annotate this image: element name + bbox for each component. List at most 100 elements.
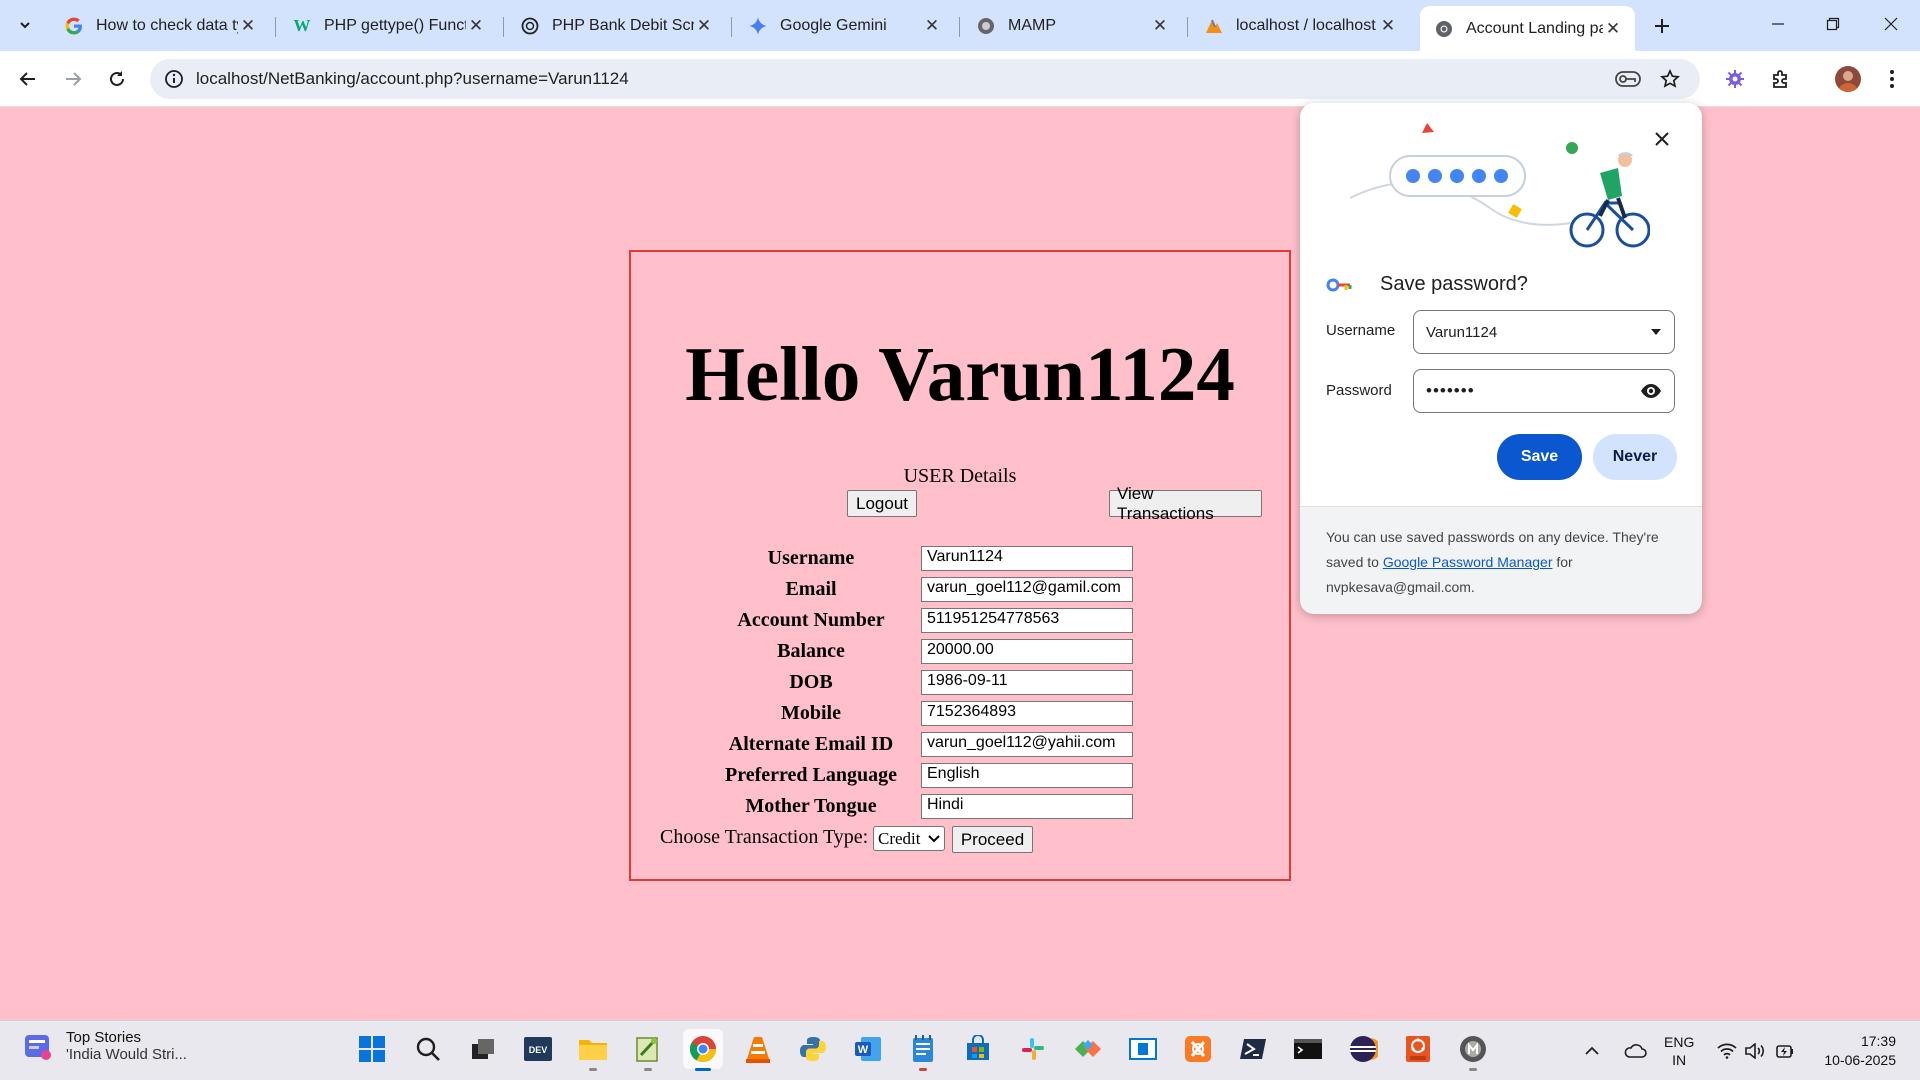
alternate-email-field[interactable]: varun_goel112@yahii.com [921,732,1133,757]
transaction-type-select[interactable]: Credit [873,826,945,851]
minimize-button[interactable] [1749,0,1807,48]
address-bar[interactable]: localhost/NetBanking/account.php?usernam… [150,59,1700,99]
save-button[interactable]: Save [1497,434,1582,480]
vlc-app[interactable] [738,1029,778,1069]
devhome-app[interactable]: DEV [518,1029,558,1069]
color-app[interactable] [1068,1029,1108,1069]
clock[interactable]: 17:39 10-06-2025 [1812,1032,1896,1070]
notepad-app[interactable] [903,1029,943,1071]
devhome-icon: DEV [524,1037,552,1061]
eclipse-icon [1350,1036,1378,1062]
chrome-app[interactable] [683,1029,723,1071]
new-tab-button[interactable] [1648,12,1676,40]
store-app[interactable] [958,1029,998,1069]
extension-icon[interactable] [1719,63,1751,95]
input-language[interactable]: ENG IN [1664,1033,1694,1069]
never-button[interactable]: Never [1593,434,1677,480]
close-icon[interactable] [1650,127,1674,151]
window-app[interactable] [1123,1029,1163,1069]
menu-kebab-icon[interactable] [1876,63,1908,95]
close-icon[interactable]: ✕ [1378,16,1398,36]
bookmark-star-icon[interactable] [1658,67,1682,91]
close-icon[interactable]: ✕ [1150,16,1170,36]
word-app[interactable]: W [848,1029,888,1069]
tab-google-gemini[interactable]: Google Gemini ✕ [734,8,954,43]
username-value: Varun1124 [1426,323,1498,341]
back-button[interactable] [12,63,44,95]
profile-avatar[interactable] [1835,66,1861,92]
tab-php-bank-debit[interactable]: PHP Bank Debit Scrip ✕ [506,8,726,43]
close-icon[interactable]: ✕ [694,16,714,36]
start-button[interactable] [352,1029,392,1069]
password-field[interactable]: ••••••• [1413,369,1675,413]
dob-field[interactable]: 1986-09-11 [921,670,1133,695]
view-transactions-button[interactable]: View Transactions [1109,484,1262,523]
terminal-app[interactable] [1288,1029,1328,1069]
tab-account-landing[interactable]: Account Landing pag ✕ [1420,6,1635,51]
mother-tongue-field[interactable]: Hindi [921,794,1133,819]
ubuntu-app[interactable] [1398,1029,1438,1069]
proceed-button[interactable]: Proceed [952,826,1033,853]
mamp-app[interactable] [1453,1029,1493,1071]
tab-phpmyadmin[interactable]: localhost / localhost ✕ [1190,8,1410,43]
close-icon[interactable]: ✕ [922,16,942,36]
volume-tray[interactable] [1743,1021,1769,1080]
vlc-icon [746,1037,770,1063]
task-view-button[interactable] [463,1029,503,1069]
show-hidden-icons[interactable] [1580,1021,1604,1080]
save-password-title: Save password? [1380,273,1528,295]
eclipse-app[interactable] [1343,1029,1383,1069]
w3-icon: W [293,15,311,35]
account-number-field[interactable]: 511951254778563 [921,608,1133,633]
python-app[interactable] [793,1029,833,1069]
account-number-label: Account Number [737,609,885,631]
powershell-app[interactable] [1233,1029,1273,1069]
transaction-type-label: Choose Transaction Type: [660,826,869,848]
close-icon[interactable]: ✕ [466,16,486,36]
balance-label: Balance [777,640,845,662]
word-icon: W [855,1037,881,1061]
username-field[interactable]: Varun1124 [921,546,1133,571]
onedrive-tray[interactable] [1620,1021,1650,1080]
tab-search-button[interactable] [10,11,40,39]
close-window-button[interactable] [1862,0,1920,48]
preferred-language-field[interactable]: English [921,763,1133,788]
slack-app[interactable] [1013,1029,1053,1069]
file-explorer-app[interactable] [573,1029,613,1071]
email-field[interactable]: varun_goel112@gamil.com [921,577,1133,602]
site-info-icon[interactable] [162,67,186,91]
restore-button[interactable] [1804,0,1862,48]
mother-tongue-label: Mother Tongue [745,795,877,817]
xampp-app[interactable] [1178,1029,1218,1069]
password-key-icon[interactable] [1613,67,1643,91]
mobile-field[interactable]: 7152364893 [921,701,1133,726]
tab-separator [731,17,732,37]
username-dropdown[interactable]: Varun1124 [1413,310,1675,354]
close-icon[interactable]: ✕ [1603,19,1623,39]
tab-php-gettype[interactable]: W PHP gettype() Functio ✕ [278,8,498,43]
tab-strip: How to check data ty ✕ W PHP gettype() F… [0,0,1920,51]
mamp-icon [976,16,996,36]
eye-icon[interactable] [1640,383,1662,399]
password-manager-link[interactable]: Google Password Manager [1383,554,1553,570]
extensions-puzzle-icon[interactable] [1765,63,1797,95]
logout-button[interactable]: Logout [847,490,917,517]
balance-field[interactable]: 20000.00 [921,639,1133,664]
news-subtitle: 'India Would Stri... [66,1046,187,1063]
region-code: IN [1672,1052,1687,1068]
notepad-icon [913,1035,933,1062]
chrome-icon [1434,19,1454,39]
news-widget[interactable]: Top Stories 'India Would Stri... [20,1029,187,1063]
battery-tray[interactable] [1772,1021,1798,1080]
notepadpp-app[interactable] [628,1029,668,1071]
url-text[interactable]: localhost/NetBanking/account.php?usernam… [196,69,629,89]
forward-button[interactable] [57,63,89,95]
search-button[interactable] [408,1029,448,1069]
tab-how-to-check[interactable]: How to check data ty ✕ [50,8,270,43]
close-icon[interactable]: ✕ [238,16,258,36]
reload-button[interactable] [101,63,133,95]
tab-separator [503,17,504,37]
speaker-icon [1745,1043,1764,1059]
tab-mamp[interactable]: MAMP ✕ [962,8,1182,43]
wifi-tray[interactable] [1714,1021,1740,1080]
